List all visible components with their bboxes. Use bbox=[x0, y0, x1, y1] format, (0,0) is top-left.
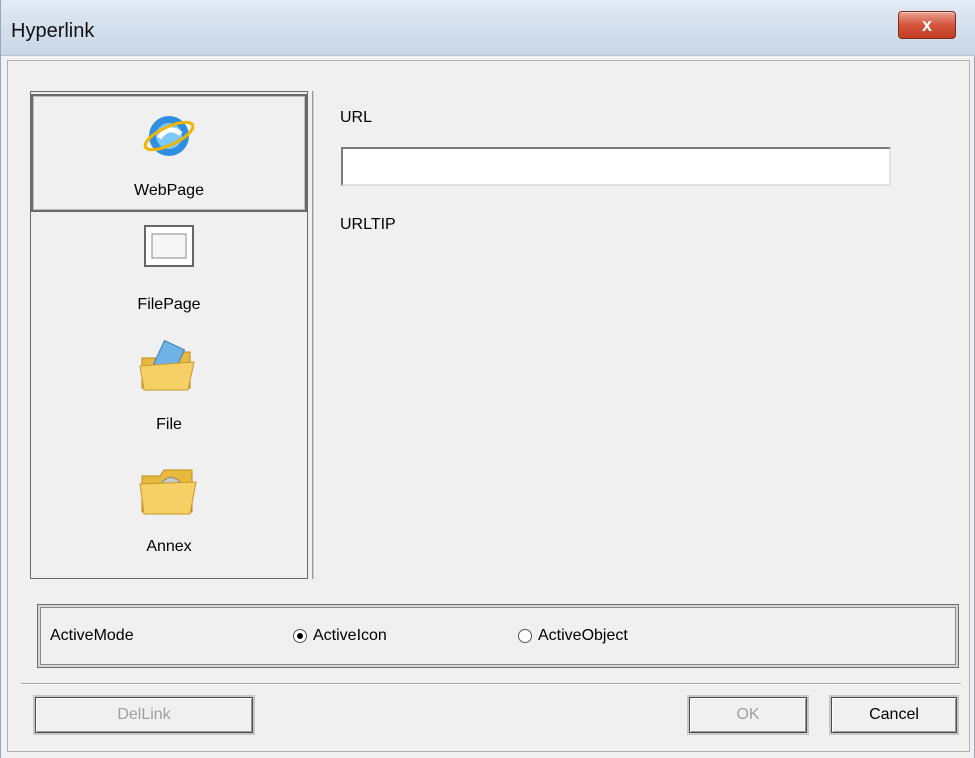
close-icon: x bbox=[921, 14, 932, 35]
nav-item-webpage[interactable]: WebPage bbox=[31, 94, 307, 212]
nav-label-annex: Annex bbox=[146, 538, 192, 555]
radio-active-object-label: ActiveObject bbox=[538, 627, 628, 644]
radio-checked-icon bbox=[293, 629, 307, 643]
folder-annex-icon bbox=[138, 462, 200, 520]
nav-item-file[interactable]: File bbox=[31, 332, 307, 436]
radio-unchecked-icon bbox=[518, 629, 532, 643]
cancel-button[interactable]: Cancel bbox=[831, 697, 957, 733]
dialog-title: Hyperlink bbox=[11, 20, 95, 42]
folder-file-icon bbox=[138, 339, 200, 396]
radio-active-icon[interactable]: ActiveIcon bbox=[293, 627, 387, 645]
close-button[interactable]: x bbox=[898, 11, 956, 39]
urltip-label: URLTIP bbox=[340, 216, 396, 233]
radio-active-object[interactable]: ActiveObject bbox=[518, 627, 628, 645]
hyperlink-dialog: Hyperlink x WebPage FilePage File Annex … bbox=[0, 0, 975, 758]
active-mode-group: ActiveMode ActiveIcon ActiveObject bbox=[37, 604, 959, 668]
title-bar[interactable]: Hyperlink x bbox=[1, 0, 975, 56]
radio-active-icon-label: ActiveIcon bbox=[313, 627, 387, 644]
globe-ie-icon bbox=[141, 108, 197, 164]
nav-label-filepage: FilePage bbox=[137, 296, 201, 313]
active-mode-label: ActiveMode bbox=[50, 627, 134, 644]
nav-label-file: File bbox=[156, 416, 182, 433]
nav-item-filepage[interactable]: FilePage bbox=[31, 220, 307, 330]
footer-separator bbox=[21, 683, 961, 685]
ok-button[interactable]: OK bbox=[689, 697, 807, 733]
link-type-panel: WebPage FilePage File Annex bbox=[30, 91, 308, 579]
window-page-icon bbox=[142, 222, 196, 270]
nav-item-annex[interactable]: Annex bbox=[31, 454, 307, 564]
dellink-button[interactable]: DelLink bbox=[35, 697, 253, 733]
url-input[interactable] bbox=[341, 147, 891, 186]
nav-label-webpage: WebPage bbox=[134, 182, 204, 199]
panel-divider bbox=[312, 91, 314, 579]
url-label: URL bbox=[340, 109, 373, 126]
